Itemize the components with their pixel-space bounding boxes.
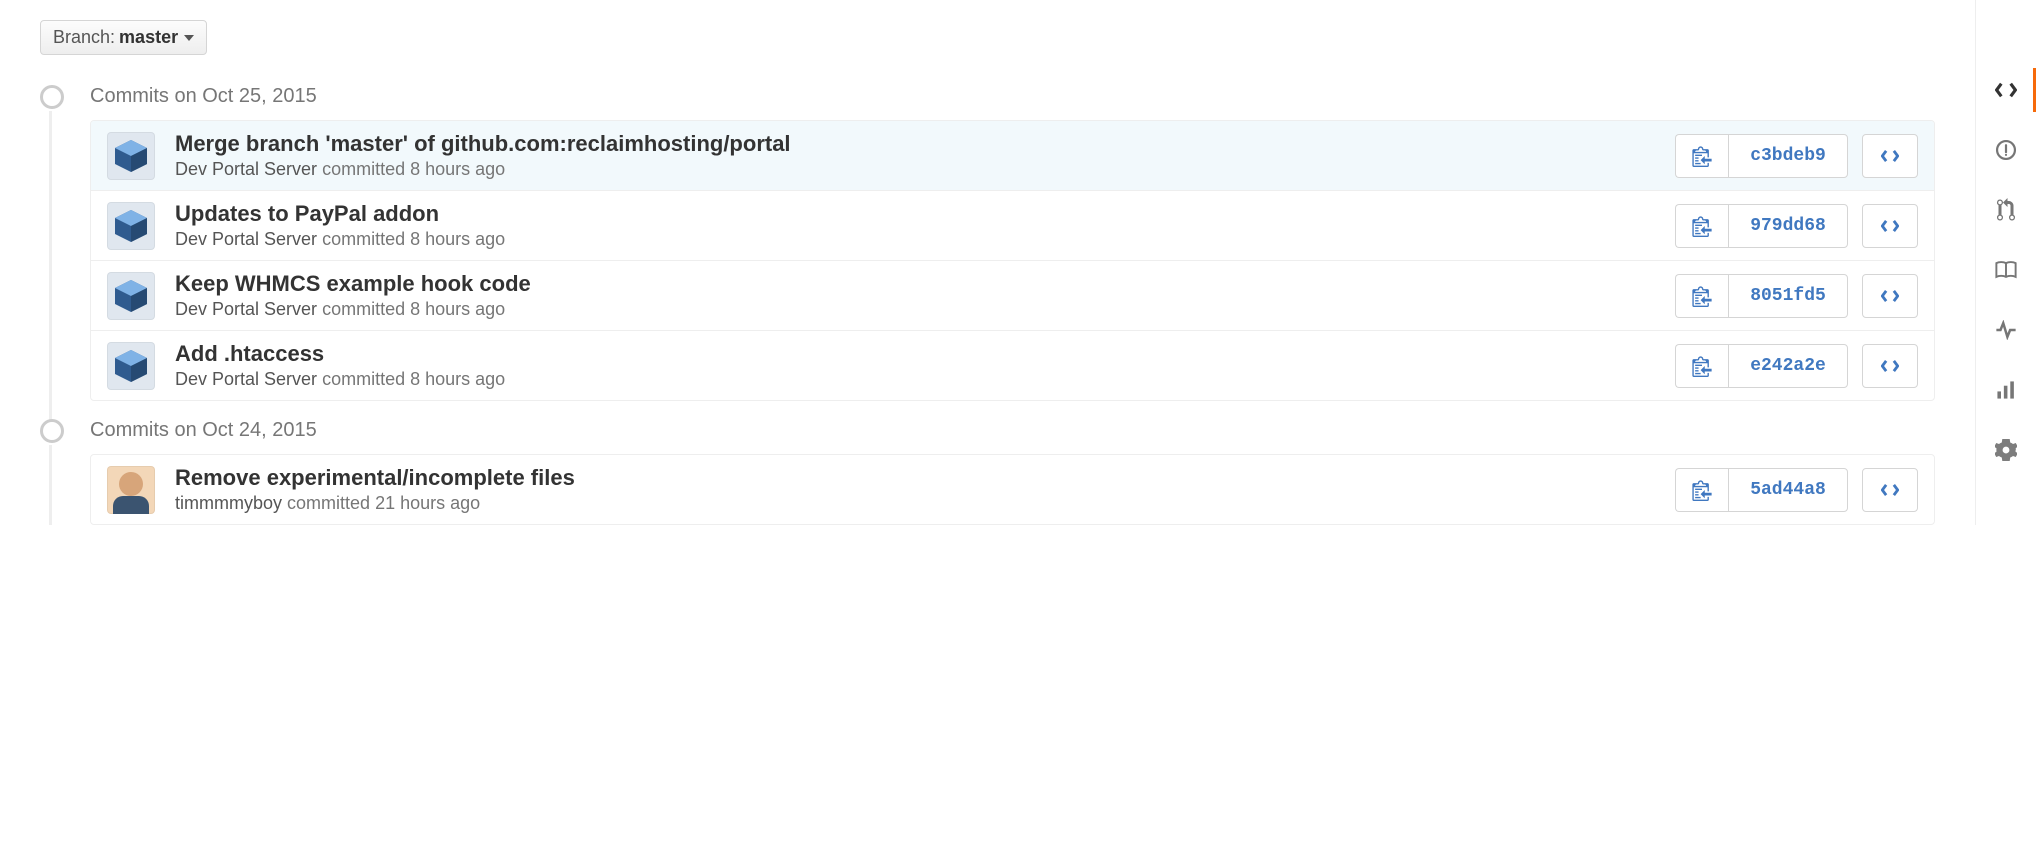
browse-code-button[interactable] xyxy=(1862,468,1918,512)
commit-title[interactable]: Updates to PayPal addon xyxy=(175,201,1675,227)
branch-label: Branch: xyxy=(53,27,115,48)
repo-nav-issues[interactable] xyxy=(1976,120,2036,180)
commit-time: 8 hours ago xyxy=(410,159,505,179)
commit-sha-button[interactable]: 979dd68 xyxy=(1728,204,1848,248)
commit-row: Keep WHMCS example hook codeDev Portal S… xyxy=(91,260,1934,330)
commit-title[interactable]: Merge branch 'master' of github.com:recl… xyxy=(175,131,1675,157)
repo-nav-graphs[interactable] xyxy=(1976,360,2036,420)
code-icon xyxy=(1881,289,1899,303)
commit-row: Remove experimental/incomplete filestimm… xyxy=(91,455,1934,524)
commit-author[interactable]: timmmmyboy xyxy=(175,493,282,513)
commit-sha-button[interactable]: 8051fd5 xyxy=(1728,274,1848,318)
commit-meta: Dev Portal Server committed 8 hours ago xyxy=(175,299,1675,320)
avatar[interactable] xyxy=(107,272,155,320)
repo-nav-settings[interactable] xyxy=(1976,420,2036,480)
copy-sha-button[interactable] xyxy=(1675,274,1728,318)
commit-sha-button[interactable]: c3bdeb9 xyxy=(1728,134,1848,178)
repo-nav-wiki[interactable] xyxy=(1976,240,2036,300)
pulse-icon xyxy=(1995,320,2017,340)
browse-code-button[interactable] xyxy=(1862,134,1918,178)
copy-sha-button[interactable] xyxy=(1675,134,1728,178)
commit-group-title: Commits on Oct 24, 2015 xyxy=(90,419,317,442)
commit-meta: timmmmyboy committed 21 hours ago xyxy=(175,493,1675,514)
commit-meta: Dev Portal Server committed 8 hours ago xyxy=(175,369,1675,390)
commit-group: Commits on Oct 24, 2015 Remove experiment… xyxy=(40,419,1935,525)
repo-nav-pulls[interactable] xyxy=(1976,180,2036,240)
commit-sha-button[interactable]: 5ad44a8 xyxy=(1728,468,1848,512)
commit-title[interactable]: Add .htaccess xyxy=(175,341,1675,367)
commit-author[interactable]: Dev Portal Server xyxy=(175,299,317,319)
commit-timeline: Commits on Oct 25, 2015 Merge branch 'mas… xyxy=(40,85,1935,525)
commit-verb: committed xyxy=(322,159,405,179)
code-icon xyxy=(1881,149,1899,163)
commit-list: Remove experimental/incomplete filestimm… xyxy=(90,454,1935,525)
commit-row: Add .htaccessDev Portal Server committed… xyxy=(91,330,1934,400)
commit-group-header: Commits on Oct 25, 2015 xyxy=(40,85,1935,108)
commit-author[interactable]: Dev Portal Server xyxy=(175,369,317,389)
commit-verb: committed xyxy=(287,493,370,513)
commit-time: 8 hours ago xyxy=(410,369,505,389)
commit-verb: committed xyxy=(322,369,405,389)
code-icon xyxy=(1995,81,2017,99)
graph-icon xyxy=(1996,380,2016,400)
copy-sha-button[interactable] xyxy=(1675,344,1728,388)
commit-verb: committed xyxy=(322,299,405,319)
branch-name: master xyxy=(119,27,178,48)
browse-code-button[interactable] xyxy=(1862,344,1918,388)
issue-icon xyxy=(1995,139,2017,161)
commit-verb: committed xyxy=(322,229,405,249)
commit-group-title: Commits on Oct 25, 2015 xyxy=(90,85,317,108)
commit-title[interactable]: Remove experimental/incomplete files xyxy=(175,465,1675,491)
repo-nav-code[interactable] xyxy=(1976,60,2036,120)
pr-icon xyxy=(1996,198,2016,222)
commit-author[interactable]: Dev Portal Server xyxy=(175,159,317,179)
commit-meta: Dev Portal Server committed 8 hours ago xyxy=(175,229,1675,250)
copy-sha-button[interactable] xyxy=(1675,468,1728,512)
timeline-dot-icon xyxy=(40,85,64,109)
commit-time: 21 hours ago xyxy=(375,493,480,513)
commit-group-header: Commits on Oct 24, 2015 xyxy=(40,419,1935,442)
commit-time: 8 hours ago xyxy=(410,299,505,319)
browse-code-button[interactable] xyxy=(1862,274,1918,318)
commit-meta: Dev Portal Server committed 8 hours ago xyxy=(175,159,1675,180)
avatar[interactable] xyxy=(107,342,155,390)
chevron-down-icon xyxy=(184,35,194,41)
copy-sha-button[interactable] xyxy=(1675,204,1728,248)
code-icon xyxy=(1881,483,1899,497)
commit-list: Merge branch 'master' of github.com:recl… xyxy=(90,120,1935,401)
avatar[interactable] xyxy=(107,132,155,180)
timeline-dot-icon xyxy=(40,419,64,443)
commit-author[interactable]: Dev Portal Server xyxy=(175,229,317,249)
commit-row: Merge branch 'master' of github.com:recl… xyxy=(91,121,1934,190)
commit-sha-button[interactable]: e242a2e xyxy=(1728,344,1848,388)
commit-row: Updates to PayPal addonDev Portal Server… xyxy=(91,190,1934,260)
book-icon xyxy=(1995,260,2017,280)
repo-nav-rail xyxy=(1975,0,2036,525)
branch-select[interactable]: Branch: master xyxy=(40,20,207,55)
avatar[interactable] xyxy=(107,202,155,250)
gear-icon xyxy=(1995,439,2017,461)
code-icon xyxy=(1881,359,1899,373)
repo-nav-pulse[interactable] xyxy=(1976,300,2036,360)
commit-time: 8 hours ago xyxy=(410,229,505,249)
browse-code-button[interactable] xyxy=(1862,204,1918,248)
code-icon xyxy=(1881,219,1899,233)
avatar[interactable] xyxy=(107,466,155,514)
commit-group: Commits on Oct 25, 2015 Merge branch 'mas… xyxy=(40,85,1935,401)
commit-title[interactable]: Keep WHMCS example hook code xyxy=(175,271,1675,297)
